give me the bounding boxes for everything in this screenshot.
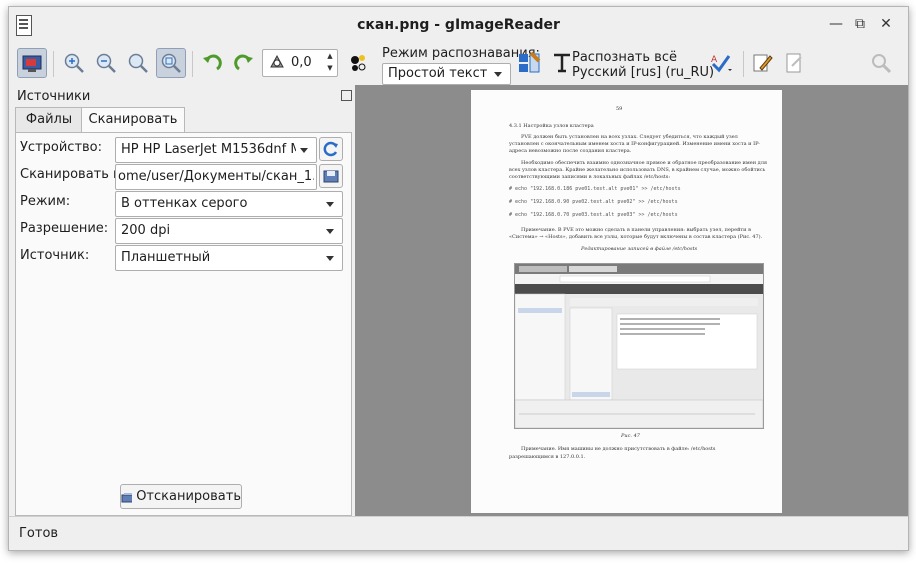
note-line: разрешающимся в 127.0.0.1. bbox=[509, 454, 586, 460]
document-icon[interactable] bbox=[779, 48, 809, 78]
paragraph-line: всех узлов кластера. Крайне желательно и… bbox=[509, 167, 766, 173]
figure-screenshot bbox=[514, 263, 764, 429]
mode-label: Режим: bbox=[20, 194, 71, 209]
scan-to-value[interactable]: ome/user/Документы/скан_1.png bbox=[118, 169, 314, 184]
resolution-value: 200 dpi bbox=[121, 223, 171, 238]
resolution-label: Разрешение: bbox=[20, 221, 109, 236]
scanned-page[interactable]: 59 4.3.1 Настройка узлов кластера PVE до… bbox=[471, 90, 782, 513]
scan-to-label: Сканировать в: bbox=[20, 167, 126, 182]
device-combo[interactable]: HP HP LaserJet M1536dnf MFP bbox=[115, 137, 317, 163]
status-text: Готов bbox=[19, 526, 59, 541]
figure-caption: Редактирование записей в файле /etc/host… bbox=[581, 246, 698, 252]
rotate-right-icon[interactable] bbox=[229, 48, 259, 78]
brightness-contrast-icon[interactable] bbox=[343, 48, 373, 78]
code-line: # echo "192.168.0.70 pve03.test.alt pve0… bbox=[509, 212, 678, 218]
note-line: Примечание. Имя машины не должно присутс… bbox=[521, 446, 716, 452]
recognize-all-label[interactable]: Распознать всё bbox=[572, 50, 677, 65]
code-line: # echo "192.168.0.186 pve01.test.alt pve… bbox=[509, 186, 681, 192]
scanner-icon bbox=[121, 492, 133, 502]
toolbar-separator bbox=[743, 51, 744, 77]
chevron-down-icon bbox=[326, 256, 334, 261]
tab-scan[interactable]: Сканировать bbox=[81, 107, 185, 134]
language-label[interactable]: Русский [rus] (ru_RU) bbox=[572, 65, 714, 80]
section-heading: 4.3.1 Настройка узлов кластера bbox=[509, 123, 594, 129]
figure-label: Рис. 47 bbox=[621, 433, 640, 439]
paragraph-line: адреса невозможно после создания кластер… bbox=[509, 148, 632, 154]
tab-files[interactable]: Файлы bbox=[15, 107, 83, 133]
recognition-mode-value: Простой текст bbox=[388, 66, 488, 81]
maximize-icon[interactable]: ⧉ bbox=[851, 15, 869, 33]
source-icon[interactable] bbox=[17, 48, 47, 78]
window-title: скан.png - gImageReader bbox=[357, 17, 560, 33]
device-value: HP HP LaserJet M1536dnf MFP bbox=[121, 142, 296, 157]
toolbar-separator bbox=[192, 51, 193, 77]
rotation-angle-icon bbox=[270, 54, 284, 68]
note-line: Примечание. В PVE это можно сделать в па… bbox=[521, 227, 751, 233]
autodetect-layout-icon[interactable] bbox=[514, 48, 544, 78]
spin-up-icon[interactable]: ▲ bbox=[325, 51, 335, 62]
scan-button[interactable]: Отсканировать bbox=[120, 484, 242, 509]
edit-icon[interactable] bbox=[747, 48, 777, 78]
embedded-screenshot-graphic bbox=[514, 264, 764, 429]
chevron-down-icon bbox=[326, 202, 334, 207]
zoom-in-icon[interactable] bbox=[59, 48, 89, 78]
close-icon[interactable]: ✕ bbox=[877, 15, 895, 33]
chevron-down-icon bbox=[300, 148, 308, 153]
paragraph-line: Необходимо обеспечить взаимно однозначно… bbox=[521, 160, 768, 166]
code-line: # echo "192.168.0.90 pve02.test.alt pve0… bbox=[509, 199, 678, 205]
zoom-out-icon[interactable] bbox=[91, 48, 121, 78]
paragraph-line: PVE должен быть установлен на всех узлах… bbox=[521, 134, 738, 140]
sources-panel: Источники Файлы Сканировать Устройство: … bbox=[15, 85, 352, 516]
scan-to-field[interactable]: ome/user/Документы/скан_1.png bbox=[115, 164, 317, 190]
resolution-combo[interactable]: 200 dpi bbox=[115, 218, 343, 244]
source-label: Источник: bbox=[20, 248, 90, 263]
source-combo[interactable]: Планшетный bbox=[115, 245, 343, 271]
paragraph-line: установлен с окончательным именем хоста … bbox=[509, 141, 760, 147]
mode-value: В оттенках серого bbox=[121, 196, 248, 211]
zoom-fit-icon[interactable] bbox=[156, 48, 186, 78]
svg-text:A: A bbox=[711, 55, 718, 65]
statusbar: Готов bbox=[9, 516, 908, 550]
save-icon bbox=[323, 170, 339, 183]
refresh-icon bbox=[323, 141, 338, 157]
source-value: Планшетный bbox=[121, 250, 211, 265]
image-viewer[interactable]: 59 4.3.1 Настройка узлов кластера PVE до… bbox=[355, 85, 908, 516]
minimize-icon[interactable]: — bbox=[827, 15, 845, 33]
refresh-devices-button[interactable] bbox=[319, 137, 343, 161]
search-icon[interactable] bbox=[866, 48, 896, 78]
zoom-original-icon[interactable] bbox=[123, 48, 153, 78]
spellcheck-icon[interactable]: A bbox=[706, 48, 736, 78]
rotation-spinbox[interactable]: 0,0 ▲ ▼ bbox=[262, 49, 338, 77]
device-label: Устройство: bbox=[20, 140, 103, 155]
recognition-mode-combo[interactable]: Простой текст bbox=[382, 63, 511, 85]
toolbar: 0,0 ▲ ▼ Режим распознавания: Простой тек… bbox=[9, 43, 908, 85]
chevron-down-icon bbox=[326, 229, 334, 234]
scan-button-label: Отсканировать bbox=[136, 489, 241, 504]
choose-file-button[interactable] bbox=[319, 164, 343, 188]
toolbar-separator bbox=[53, 51, 54, 77]
page-number: 59 bbox=[616, 106, 623, 112]
spin-down-icon[interactable]: ▼ bbox=[325, 63, 335, 74]
mode-combo[interactable]: В оттенках серого bbox=[115, 191, 343, 217]
chevron-down-icon bbox=[494, 72, 502, 77]
titlebar: скан.png - gImageReader — ⧉ ✕ bbox=[9, 7, 908, 43]
rotation-value[interactable]: 0,0 bbox=[291, 55, 312, 70]
paragraph-line: соответствующими записями в локальных фа… bbox=[509, 174, 671, 180]
rotate-left-icon[interactable] bbox=[197, 48, 227, 78]
float-panel-icon[interactable] bbox=[341, 90, 352, 101]
note-line: «Система» → «Hosts», добавить все узлы, … bbox=[509, 234, 763, 240]
scan-tab-body: Устройство: HP HP LaserJet M1536dnf MFP … bbox=[15, 132, 352, 516]
main-window: скан.png - gImageReader — ⧉ ✕ 0,0 ▲ ▼ Ре… bbox=[8, 6, 909, 551]
sources-panel-title: Источники bbox=[17, 89, 91, 104]
